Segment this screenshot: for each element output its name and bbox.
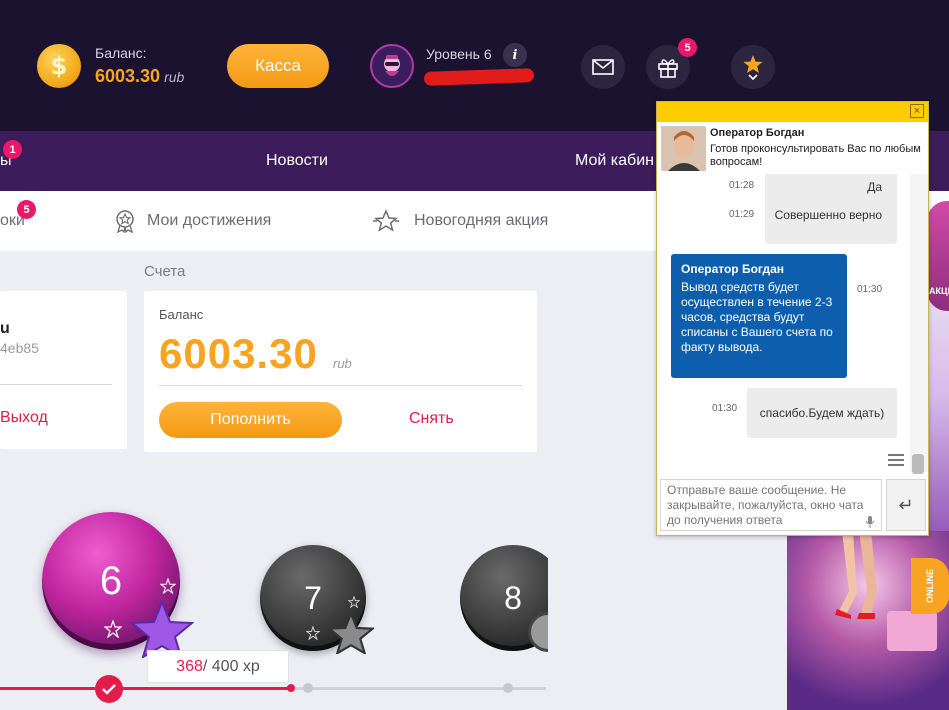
enter-icon: ↵ bbox=[898, 494, 914, 515]
promo-sign-text: АКЦИ bbox=[929, 286, 949, 296]
tab-badge: 5 bbox=[17, 200, 36, 219]
balance-amount: 6003.30 bbox=[95, 66, 161, 86]
online-chat-tab[interactable]: ONLINE bbox=[911, 558, 949, 614]
progress-dot bbox=[503, 683, 513, 693]
balance-value: 6003.30 rub bbox=[95, 66, 184, 87]
small-star-icon bbox=[160, 578, 176, 594]
favorites-dropdown-button[interactable] bbox=[731, 45, 775, 89]
balance-label: Баланс: bbox=[95, 45, 147, 61]
mail-icon bbox=[592, 59, 614, 75]
profile-name-fragment: u bbox=[0, 320, 10, 337]
chat-scrollbar[interactable] bbox=[910, 174, 928, 472]
withdraw-link[interactable]: Снять bbox=[409, 410, 454, 428]
support-chat-window: × Оператор Богдан Готов проконсультирова… bbox=[656, 101, 929, 536]
operator-avatar bbox=[661, 126, 706, 171]
xp-current: 368 bbox=[176, 657, 203, 675]
tab-achievements[interactable]: Мои достижения bbox=[147, 212, 271, 230]
message-text: Совершенно верно bbox=[774, 208, 882, 222]
check-icon bbox=[95, 675, 123, 703]
chat-message-user: спасибо.Будем ждать) bbox=[747, 388, 897, 438]
profile-id-fragment: 4eb85 bbox=[0, 340, 39, 356]
nav-item-news[interactable]: Новости bbox=[266, 152, 328, 170]
microphone-icon[interactable] bbox=[865, 516, 875, 528]
balance-card-label: Баланс bbox=[159, 307, 204, 322]
xp-counter: 368 / 400 xp bbox=[147, 650, 289, 683]
xp-total: / 400 xp bbox=[202, 657, 260, 675]
info-icon[interactable]: i bbox=[503, 43, 527, 67]
operator-panel: Оператор Богдан Готов проконсультировать… bbox=[657, 122, 928, 174]
message-time: 01:30 bbox=[712, 403, 738, 414]
logout-link[interactable]: Выход bbox=[0, 409, 48, 427]
level-number: 6 bbox=[99, 558, 123, 603]
message-text: спасибо.Будем ждать) bbox=[759, 405, 885, 420]
small-star-icon bbox=[104, 620, 122, 638]
profile-divider bbox=[0, 384, 112, 385]
star-dropdown-icon bbox=[743, 55, 763, 80]
chat-scroll-thumb[interactable] bbox=[912, 454, 924, 474]
chat-message-operator: Оператор Богдан Вывод средств будет осущ… bbox=[671, 254, 847, 378]
level-avatar-icon[interactable] bbox=[370, 44, 414, 88]
send-message-button[interactable]: ↵ bbox=[886, 479, 926, 531]
mail-button[interactable] bbox=[581, 45, 625, 89]
message-text: Да bbox=[867, 180, 882, 194]
menu-icon[interactable] bbox=[888, 454, 904, 466]
gift-badge: 5 bbox=[678, 38, 697, 57]
level-label: Уровень 6 bbox=[426, 46, 492, 62]
chat-message-user: Да Совершенно верно bbox=[765, 174, 897, 244]
operator-greeting: Готов проконсультировать Вас по любым во… bbox=[710, 143, 921, 168]
accounts-section-title: Счета bbox=[144, 263, 186, 280]
promo-gift-box bbox=[887, 611, 937, 651]
deposit-button[interactable]: Пополнить bbox=[159, 402, 342, 438]
message-sender: Оператор Богдан bbox=[681, 262, 785, 276]
small-star-icon bbox=[348, 596, 360, 608]
level-progress-fill bbox=[0, 687, 291, 690]
nav-item-my-cabinet[interactable]: Мой кабин bbox=[575, 152, 654, 170]
message-time: 01:30 bbox=[857, 284, 883, 295]
grey-star-icon bbox=[328, 612, 374, 654]
operator-name: Оператор Богдан bbox=[710, 127, 805, 139]
message-time: 01:28 bbox=[729, 180, 755, 191]
level-number: 8 bbox=[504, 579, 522, 616]
gift-icon bbox=[658, 59, 678, 78]
nav-badge: 1 bbox=[3, 140, 22, 159]
balance-card-value: 6003.30 bbox=[159, 330, 318, 377]
hipster-avatar-icon bbox=[384, 55, 400, 76]
balance-card-currency: rub bbox=[333, 356, 352, 371]
message-time: 01:29 bbox=[729, 209, 755, 220]
chat-message-input[interactable] bbox=[660, 479, 882, 531]
content-gutter bbox=[548, 520, 656, 710]
progress-marker bbox=[287, 684, 295, 692]
achievement-medal-icon bbox=[116, 210, 134, 233]
message-text: Вывод средств будет осуществлен в течени… bbox=[681, 280, 833, 354]
progress-dot bbox=[303, 683, 313, 693]
coin-icon: $ bbox=[37, 44, 81, 88]
cashier-button[interactable]: Касса bbox=[227, 44, 329, 88]
small-star-icon bbox=[306, 626, 320, 640]
promo-legs-image bbox=[835, 531, 877, 619]
chat-messages: Да Совершенно верно 01:28 01:29 Оператор… bbox=[657, 174, 910, 472]
balance-currency: rub bbox=[164, 69, 185, 85]
chat-close-icon[interactable]: × bbox=[910, 104, 924, 118]
newyear-star-icon bbox=[373, 209, 399, 232]
balance-card-divider bbox=[159, 385, 522, 386]
chat-header-bar bbox=[657, 102, 928, 122]
level-number: 7 bbox=[304, 579, 322, 616]
tab-newyear-promo[interactable]: Новогодняя акция bbox=[414, 212, 548, 230]
